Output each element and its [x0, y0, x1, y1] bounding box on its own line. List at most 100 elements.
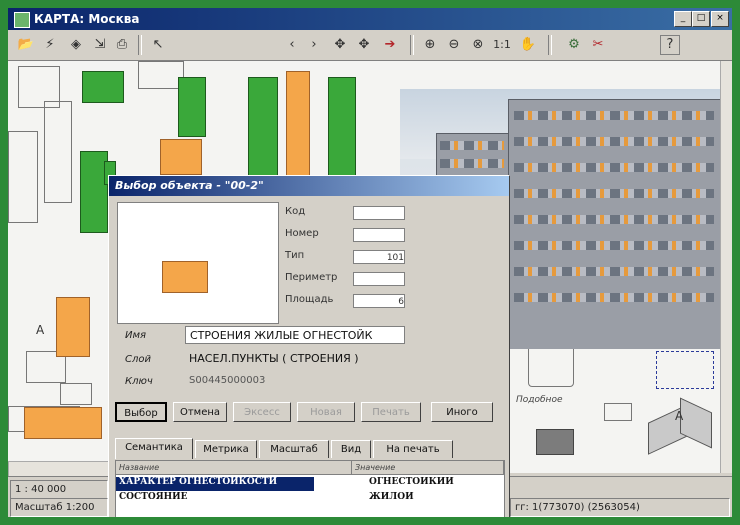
selected-parcel	[656, 351, 714, 389]
object-selection-dialog: Выбор объекта - "00-2" Код Номер Тип 101…	[108, 175, 510, 517]
window-row	[514, 163, 714, 172]
other-button[interactable]: Иного	[431, 402, 493, 422]
map-building-angled	[680, 397, 712, 449]
horizontal-scrollbar[interactable]	[8, 461, 110, 477]
map-caption: Подобное	[516, 395, 563, 405]
prop-number-value	[353, 228, 405, 242]
tools-icon[interactable]: ✂	[588, 35, 608, 55]
minimize-button[interactable]: _	[674, 11, 692, 27]
main-toolbar: 📂 ⚡ ◈ ⇲ ⎙ ↖ ‹ › ✥ ✥ ➔ ⊕ ⊖ ⊗ 1:1 ✋ ⚙ ✂ ?	[8, 30, 732, 61]
vertical-scrollbar[interactable]	[720, 61, 732, 473]
building-label: А	[36, 323, 45, 337]
object-preview	[117, 202, 279, 324]
green-area	[248, 77, 278, 179]
tab-print[interactable]: На печать	[373, 440, 453, 458]
key-label: Ключ	[125, 376, 153, 387]
table-row-name[interactable]: СОСТОЯНИЕ	[116, 492, 314, 506]
tab-scale[interactable]: Масштаб	[259, 440, 329, 458]
help-icon[interactable]: ?	[660, 35, 680, 55]
column-header-value[interactable]: Значение	[352, 461, 504, 475]
building-footprint[interactable]	[160, 139, 202, 175]
coordinates-readout: гг: 1(773070) (2563054)	[510, 498, 730, 517]
prop-perimeter-value	[353, 272, 405, 286]
prop-code-value	[353, 206, 405, 220]
semantics-table: Название Значение ХАРАКТЕР ОГНЕСТОЙКОСТИ…	[115, 460, 505, 517]
window-row	[514, 267, 714, 276]
column-header-name[interactable]: Название	[116, 461, 352, 475]
name-label: Имя	[125, 330, 147, 341]
prop-perimeter-label: Периметр	[285, 272, 338, 283]
map-parcel	[60, 383, 92, 405]
window-row	[440, 141, 504, 150]
tab-view[interactable]: Вид	[331, 440, 371, 458]
open-folder-icon[interactable]: 📂	[16, 35, 36, 55]
name-field[interactable]: СТРОЕНИЯ ЖИЛЫЕ ОГНЕСТОЙК	[185, 326, 405, 344]
back-icon[interactable]: ‹	[282, 35, 302, 55]
title-bar[interactable]: КАРТА: Москва _ □ ×	[8, 8, 732, 30]
tab-semantics[interactable]: Семантика	[115, 438, 193, 459]
maximize-button[interactable]: □	[692, 11, 710, 27]
pan-icon[interactable]: ✥	[330, 35, 350, 55]
tab-metrics[interactable]: Метрика	[195, 440, 257, 458]
green-area	[328, 77, 356, 187]
key-field: S00445000003	[185, 372, 497, 390]
select-button[interactable]: Выбор	[115, 402, 167, 422]
pan-alt-icon[interactable]: ✥	[354, 35, 374, 55]
map-parcel	[528, 345, 574, 387]
map-parcel	[8, 131, 38, 223]
zoom-in-icon[interactable]: ⊕	[420, 35, 440, 55]
new-button[interactable]: Новая	[297, 402, 355, 422]
table-row-name[interactable]: ХАРАКТЕР ОГНЕСТОЙКОСТИ	[116, 477, 314, 491]
toolbar-separator	[548, 35, 552, 55]
building-label: А	[675, 409, 684, 423]
building-footprint[interactable]	[286, 71, 310, 177]
window-row	[514, 137, 714, 146]
building-footprint[interactable]	[56, 297, 90, 357]
prop-type-value: 101	[353, 250, 405, 264]
scale-readout-bottom: Масштаб 1:200	[10, 498, 108, 517]
app-frame: КАРТА: Москва _ □ × 📂 ⚡ ◈ ⇲ ⎙ ↖ ‹ › ✥ ✥ …	[0, 0, 740, 525]
zoom-area-icon[interactable]: ⊗	[468, 35, 488, 55]
layers-icon[interactable]: ◈	[66, 35, 86, 55]
layer-field: НАСЕЛ.ПУНКТЫ ( СТРОЕНИЯ )	[185, 350, 497, 368]
window-row	[514, 241, 714, 250]
close-button[interactable]: ×	[711, 11, 729, 27]
toolbar-separator	[138, 35, 142, 55]
hand-icon[interactable]: ✋	[518, 35, 538, 55]
window-row	[514, 111, 714, 120]
map-parcel	[604, 403, 632, 421]
window-row	[514, 189, 714, 198]
window-row	[514, 215, 714, 224]
forward-icon[interactable]: ›	[304, 35, 324, 55]
prop-area-label: Площадь	[285, 294, 334, 305]
table-row-value[interactable]: ЖИЛОЙ	[366, 492, 504, 506]
window-row	[514, 293, 714, 302]
map-application-window: КАРТА: Москва _ □ × 📂 ⚡ ◈ ⇲ ⎙ ↖ ‹ › ✥ ✥ …	[8, 8, 732, 517]
excess-button[interactable]: Эксесс	[233, 402, 291, 422]
zoom-out-icon[interactable]: ⊖	[444, 35, 464, 55]
object-shape	[162, 261, 208, 293]
map-parcel	[44, 101, 72, 203]
zoom-actual-icon[interactable]: 1:1	[492, 35, 512, 55]
window-title: КАРТА: Москва	[34, 12, 140, 26]
lightning-icon[interactable]: ⚡	[40, 35, 60, 55]
building-footprint[interactable]	[24, 407, 102, 439]
dialog-title[interactable]: Выбор объекта - "00-2"	[109, 176, 509, 196]
export-icon[interactable]: ⇲	[90, 35, 110, 55]
window-row	[440, 159, 504, 168]
prop-code-label: Код	[285, 206, 306, 217]
print-button[interactable]: Печать	[361, 402, 421, 422]
scale-readout: 1 : 40 000	[10, 480, 108, 499]
prop-type-label: Тип	[285, 250, 305, 261]
route-icon[interactable]: ➔	[380, 35, 400, 55]
layer-label: Слой	[125, 354, 151, 365]
cancel-button[interactable]: Отмена	[173, 402, 227, 422]
print-icon[interactable]: ⎙	[112, 35, 132, 55]
settings-icon[interactable]: ⚙	[564, 35, 584, 55]
green-area	[178, 77, 206, 137]
prop-area-value: 6	[353, 294, 405, 308]
table-row-value[interactable]: ОГНЕСТОЙКИЙ	[366, 477, 504, 491]
prop-number-label: Номер	[285, 228, 319, 239]
green-area	[82, 71, 124, 103]
select-cursor-icon[interactable]: ↖	[148, 35, 168, 55]
